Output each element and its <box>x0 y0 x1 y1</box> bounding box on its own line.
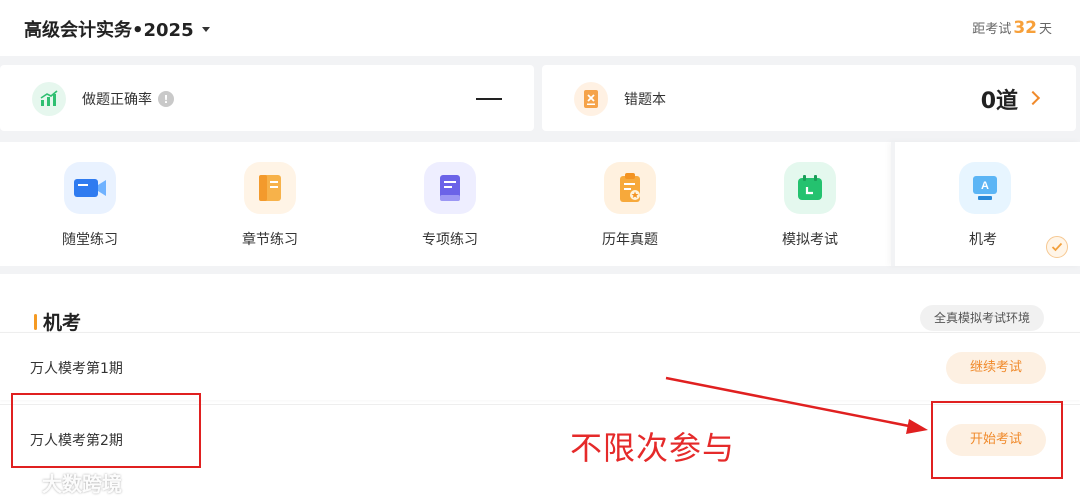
title-accent-bar <box>34 313 37 330</box>
wrong-book-label: 错题本 <box>624 92 666 108</box>
tool-class-practice[interactable]: 随堂练习 <box>0 142 180 266</box>
section-title: 机考 <box>34 308 81 335</box>
annotation-box-start-button <box>931 401 1063 479</box>
annotation-box-exam-name <box>11 393 201 468</box>
tool-label: 模拟考试 <box>782 232 838 248</box>
tool-label: 专项练习 <box>422 232 478 248</box>
countdown-prefix: 距考试 <box>972 22 1012 37</box>
accuracy-label: 做题正确率 <box>82 92 152 108</box>
top-header: 高级会计实务•2025 距考试 32 天 <box>0 0 1080 56</box>
course-selector[interactable]: 高级会计实务•2025 <box>24 16 210 42</box>
clipboard-star-icon <box>604 162 656 214</box>
exam-countdown: 距考试 32 天 <box>972 18 1052 38</box>
accuracy-card: 做题正确率 ! <box>0 65 534 131</box>
tool-chapter-practice[interactable]: 章节练习 <box>180 142 360 266</box>
tool-special-practice[interactable]: 专项练习 <box>360 142 540 266</box>
course-title: 高级会计实务•2025 <box>24 20 194 41</box>
tool-computer-exam[interactable]: A 机考 <box>891 142 1080 266</box>
watermark: 大数跨境 <box>6 468 122 497</box>
countdown-days: 32 <box>1013 18 1037 38</box>
computer-icon: A <box>959 162 1011 214</box>
practice-tools: 随堂练习 章节练习 专项练习 历年真题 模拟考试 A 机考 <box>0 142 1080 266</box>
tool-label: 历年真题 <box>602 232 658 248</box>
tool-label: 机考 <box>969 232 997 248</box>
wrong-book-card[interactable]: 错题本 0道 <box>542 65 1076 131</box>
book-icon <box>244 162 296 214</box>
tool-label: 章节练习 <box>242 232 298 248</box>
svg-text:A: A <box>981 180 989 192</box>
check-icon <box>1046 236 1068 258</box>
annotation-text: 不限次参与 <box>570 429 736 467</box>
caret-down-icon <box>201 26 210 32</box>
countdown-suffix: 天 <box>1038 22 1052 37</box>
accuracy-empty-dash <box>476 98 502 100</box>
continue-exam-button[interactable]: 继续考试 <box>946 352 1046 384</box>
exam-name: 万人模考第1期 <box>30 361 123 377</box>
env-tag: 全真模拟考试环境 <box>919 305 1044 331</box>
accuracy-label-group: 做题正确率 ! <box>82 89 174 109</box>
section-title-text: 机考 <box>43 312 82 334</box>
calendar-icon <box>784 162 836 214</box>
exam-row: 万人模考第1期 继续考试 <box>0 332 1080 400</box>
wrong-book-icon <box>574 82 608 116</box>
watermark-logo-icon <box>9 472 30 491</box>
wrong-book-count: 0道 <box>980 89 1018 114</box>
tool-label: 随堂练习 <box>62 232 118 248</box>
tool-mock-exam[interactable]: 模拟考试 <box>720 142 900 266</box>
video-icon <box>64 162 116 214</box>
bar-chart-icon <box>32 82 66 116</box>
tool-past-papers[interactable]: 历年真题 <box>540 142 720 266</box>
notebook-icon <box>424 162 476 214</box>
chevron-right-icon[interactable] <box>1025 90 1041 106</box>
info-icon[interactable]: ! <box>158 91 174 107</box>
watermark-text: 大数跨境 <box>42 472 122 496</box>
